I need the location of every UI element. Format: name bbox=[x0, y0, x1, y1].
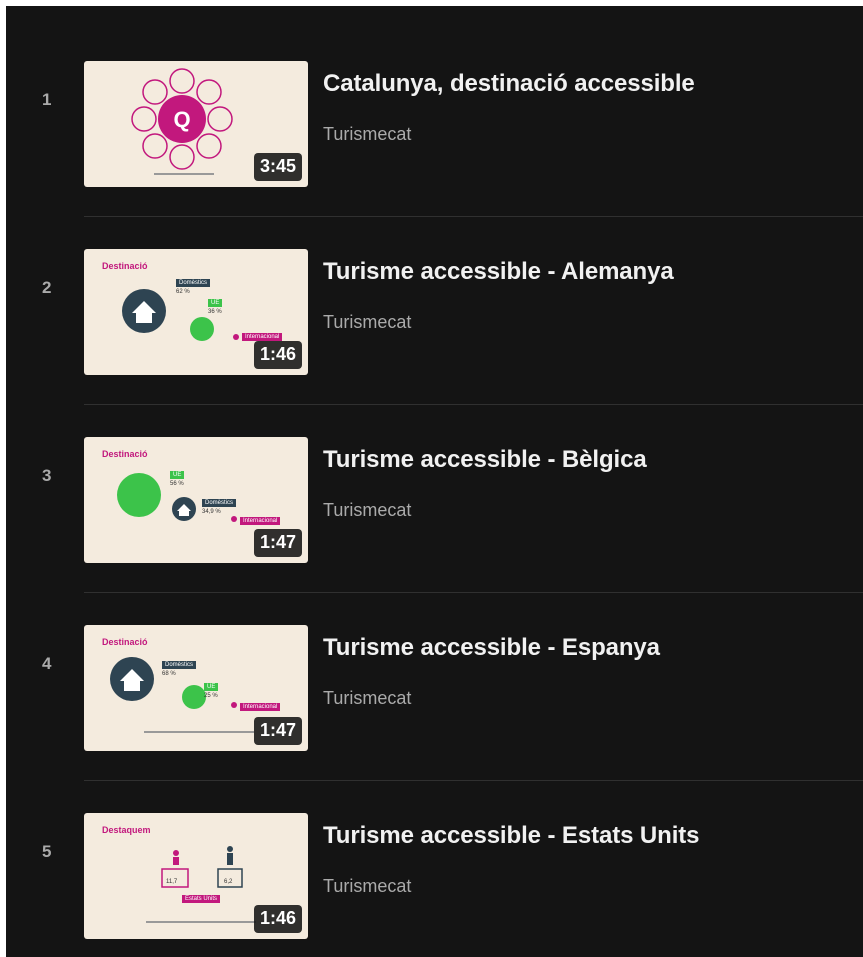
thumb-value: 62 % bbox=[176, 289, 190, 295]
video-thumbnail[interactable]: Destinació Domèstics 68 % UE 25 % Intern… bbox=[84, 625, 308, 751]
thumb-value: 25 % bbox=[204, 693, 218, 699]
thumb-value: 11,7 bbox=[166, 879, 178, 885]
video-duration: 1:46 bbox=[253, 905, 302, 933]
video-thumbnail[interactable]: Destaquem 11,7 6,2 Estats Units 1:46 bbox=[84, 813, 308, 939]
thumb-tag: UE bbox=[208, 299, 223, 307]
thumb-tag: Estats Units bbox=[182, 895, 221, 903]
item-index: 1 bbox=[42, 90, 52, 109]
channel-name[interactable]: Turismecat bbox=[323, 124, 411, 145]
channel-name[interactable]: Turismecat bbox=[323, 500, 411, 521]
item-index: 3 bbox=[42, 466, 52, 485]
thumb-value: 36 % bbox=[208, 309, 222, 315]
video-title[interactable]: Turisme accessible - Espanya bbox=[323, 634, 660, 662]
channel-name[interactable]: Turismecat bbox=[323, 688, 411, 709]
thumb-value: 6,2 bbox=[224, 879, 233, 885]
thumb-tag: UE bbox=[204, 683, 219, 691]
thumb-tag: UE bbox=[170, 471, 185, 479]
playlist-item[interactable]: 1 Q 3:45 Catalunya, destinació accessibl… bbox=[6, 6, 863, 194]
thumb-tag: Internacional bbox=[240, 517, 281, 525]
item-index: 5 bbox=[42, 842, 52, 861]
item-index: 4 bbox=[42, 654, 52, 673]
playlist-item[interactable]: 2 Destinació Domèstics 62 % UE 36 % Inte… bbox=[6, 194, 863, 382]
channel-name[interactable]: Turismecat bbox=[323, 876, 411, 897]
video-duration: 1:46 bbox=[253, 341, 302, 369]
video-title[interactable]: Turisme accessible - Estats Units bbox=[323, 822, 700, 850]
thumb-tag: Domèstics bbox=[162, 661, 197, 669]
thumb-tag: Domèstics bbox=[176, 279, 211, 287]
thumb-value: 34,9 % bbox=[202, 509, 221, 515]
video-duration: 3:45 bbox=[253, 153, 302, 181]
item-index: 2 bbox=[42, 278, 52, 297]
video-title[interactable]: Catalunya, destinació accessible bbox=[323, 70, 695, 98]
playlist-panel: 1 Q 3:45 Catalunya, destinació accessibl… bbox=[6, 6, 863, 957]
svg-text:Q: Q bbox=[173, 107, 190, 132]
video-thumbnail[interactable]: Destinació UE 56 % Domèstics 34,9 % Inte… bbox=[84, 437, 308, 563]
thumb-value: 56 % bbox=[170, 481, 184, 487]
thumb-tag: Domèstics bbox=[202, 499, 237, 507]
channel-name[interactable]: Turismecat bbox=[323, 312, 411, 333]
playlist-item[interactable]: 3 Destinació UE 56 % Domèstics 34,9 % In… bbox=[6, 382, 863, 570]
video-title[interactable]: Turisme accessible - Alemanya bbox=[323, 258, 674, 286]
video-duration: 1:47 bbox=[253, 529, 302, 557]
thumb-tag: Internacional bbox=[242, 333, 283, 341]
thumb-value: 68 % bbox=[162, 671, 176, 677]
video-duration: 1:47 bbox=[253, 717, 302, 745]
video-thumbnail[interactable]: Q 3:45 bbox=[84, 61, 308, 187]
thumb-tag: Internacional bbox=[240, 703, 281, 711]
playlist-item[interactable]: 5 Destaquem 11,7 6,2 Estats Units 1:46 T… bbox=[6, 758, 863, 946]
playlist-item[interactable]: 4 Destinació Domèstics 68 % UE 25 % Inte… bbox=[6, 570, 863, 758]
video-thumbnail[interactable]: Destinació Domèstics 62 % UE 36 % Intern… bbox=[84, 249, 308, 375]
video-title[interactable]: Turisme accessible - Bèlgica bbox=[323, 446, 647, 474]
